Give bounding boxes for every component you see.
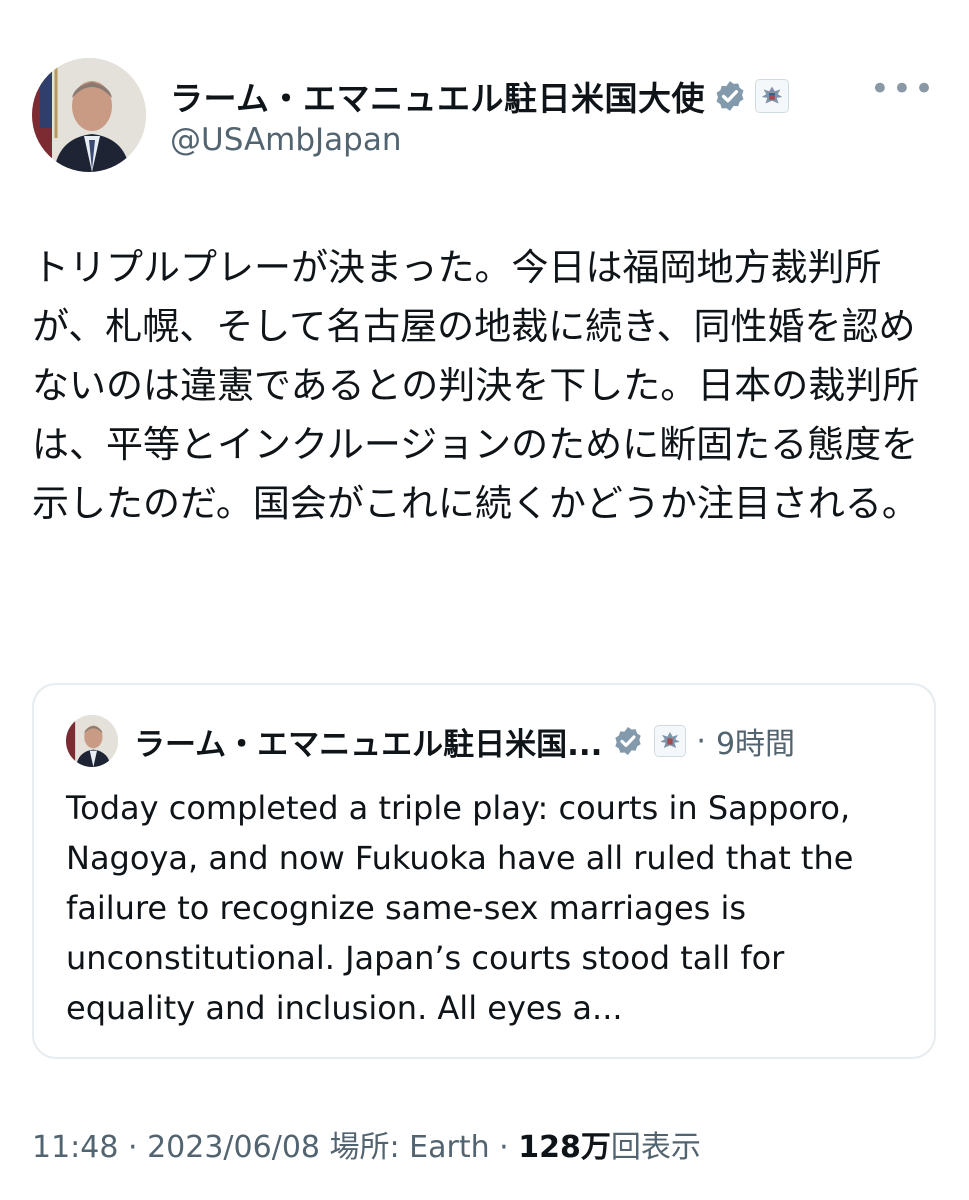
tweet-location: 場所: Earth [320, 1130, 490, 1165]
quoted-tweet-text: Today completed a triple play: courts in… [66, 789, 864, 1027]
tweet-date[interactable]: 2023/06/08 [147, 1130, 320, 1165]
tweet-header: ラーム・エマニュエル駐日米国大使 @USAmbJapan ••• [32, 58, 942, 176]
meta-separator: · [118, 1130, 148, 1165]
quoted-tweet-header: ラーム・エマニュエル駐日米国... · 9時間 [66, 715, 906, 767]
views-label: 回表示 [610, 1130, 701, 1165]
quoted-timestamp[interactable]: 9時間 [716, 719, 795, 763]
quoted-tweet[interactable]: ラーム・エマニュエル駐日米国... · 9時間 Today completed … [32, 683, 936, 1059]
author-display-name[interactable]: ラーム・エマニュエル駐日米国大使 [170, 72, 705, 120]
views-count: 128万 [518, 1130, 611, 1165]
quoted-separator: · [696, 723, 706, 759]
quoted-seal-icon [654, 725, 687, 757]
quoted-verified-badge-icon [615, 727, 642, 755]
author-avatar[interactable] [32, 58, 146, 172]
avatar-image [32, 58, 146, 172]
quoted-avatar-image [66, 715, 118, 767]
more-options-icon[interactable]: ••• [870, 72, 936, 106]
quoted-author-avatar [66, 715, 118, 767]
author-handle[interactable]: @USAmbJapan [170, 122, 402, 158]
tweet-meta: 11:48 · 2023/06/08 場所: Earth · 128万回表示 [32, 1122, 701, 1166]
us-state-department-seal-icon[interactable] [755, 79, 790, 113]
quoted-author-display-name[interactable]: ラーム・エマニュエル駐日米国... [134, 719, 602, 764]
tweet-time[interactable]: 11:48 [32, 1130, 118, 1165]
meta-separator-2: · [489, 1130, 519, 1165]
tweet-text: トリプルプレーが決まった。今日は福岡地方裁判所が、札幌、そして名古屋の地裁に続き… [32, 246, 920, 525]
verified-badge-icon[interactable] [713, 79, 747, 113]
